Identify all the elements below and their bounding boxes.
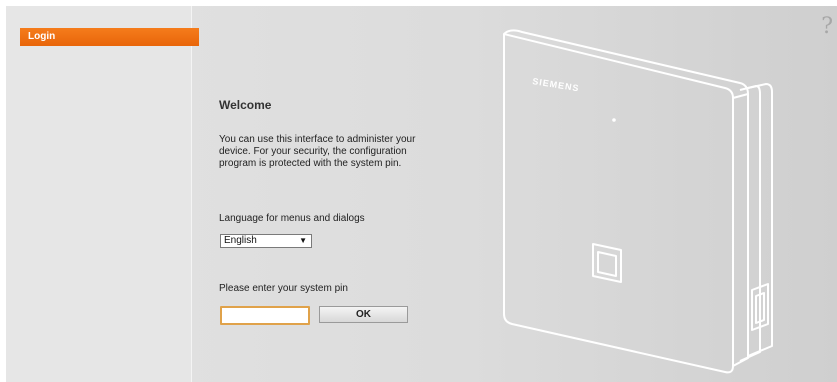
language-select[interactable]: English ▼ bbox=[220, 234, 312, 248]
device-illustration: SIEMENS bbox=[503, 29, 773, 374]
pin-label: Please enter your system pin bbox=[219, 283, 348, 294]
language-label: Language for menus and dialogs bbox=[219, 213, 365, 224]
help-icon[interactable]: ? bbox=[821, 16, 833, 38]
page-title: Welcome bbox=[219, 98, 272, 112]
sidebar-item-login[interactable]: Login bbox=[20, 28, 199, 46]
page-frame: Login ? SIEMENS Welcome You can use this… bbox=[6, 6, 837, 382]
language-select-value: English bbox=[224, 235, 257, 246]
ok-button[interactable]: OK bbox=[319, 306, 408, 323]
device-brand-text: SIEMENS bbox=[532, 76, 580, 93]
intro-text: You can use this interface to administer… bbox=[219, 134, 416, 169]
pin-input[interactable] bbox=[220, 306, 310, 325]
sidebar bbox=[6, 6, 192, 382]
dropdown-arrow-icon: ▼ bbox=[299, 236, 307, 245]
